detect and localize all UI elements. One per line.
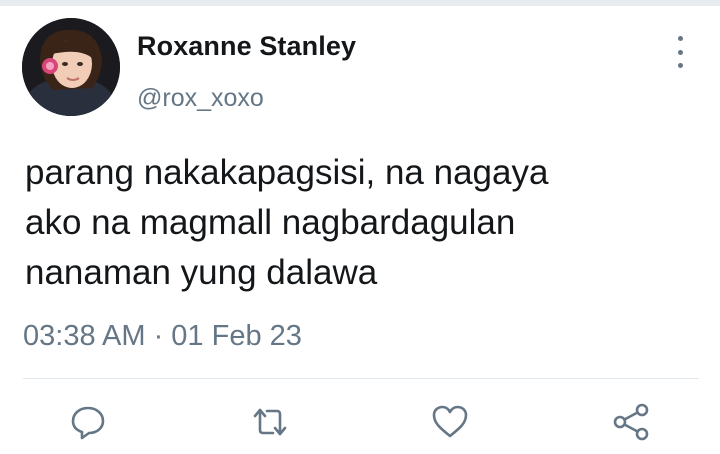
- reply-icon[interactable]: [68, 402, 108, 442]
- more-dot: [677, 36, 683, 41]
- tweet-text-line: ako na magmall nagbardagulan: [25, 203, 516, 242]
- avatar[interactable]: [22, 18, 120, 116]
- top-separator: [0, 0, 720, 6]
- more-dot: [677, 63, 683, 68]
- tweet-timestamp: 03:38 AM · 01 Feb 23: [23, 320, 302, 352]
- tweet-card: Roxanne Stanley @rox_xoxo parang nakakap…: [0, 0, 720, 454]
- tweet-text-line: parang nakakapagsisi, na nagaya: [25, 153, 549, 192]
- retweet-icon[interactable]: [250, 402, 290, 442]
- tweet-text: parang nakakapagsisi, na nagaya ako na m…: [25, 148, 705, 298]
- more-vertical-icon[interactable]: [666, 36, 694, 68]
- tweet-text-line: nanaman yung dalawa: [25, 253, 378, 292]
- more-dot: [677, 49, 683, 55]
- share-icon[interactable]: [611, 402, 651, 442]
- heart-icon[interactable]: [430, 402, 470, 442]
- display-name[interactable]: Roxanne Stanley: [137, 31, 356, 62]
- divider: [23, 378, 699, 379]
- user-handle[interactable]: @rox_xoxo: [137, 84, 264, 113]
